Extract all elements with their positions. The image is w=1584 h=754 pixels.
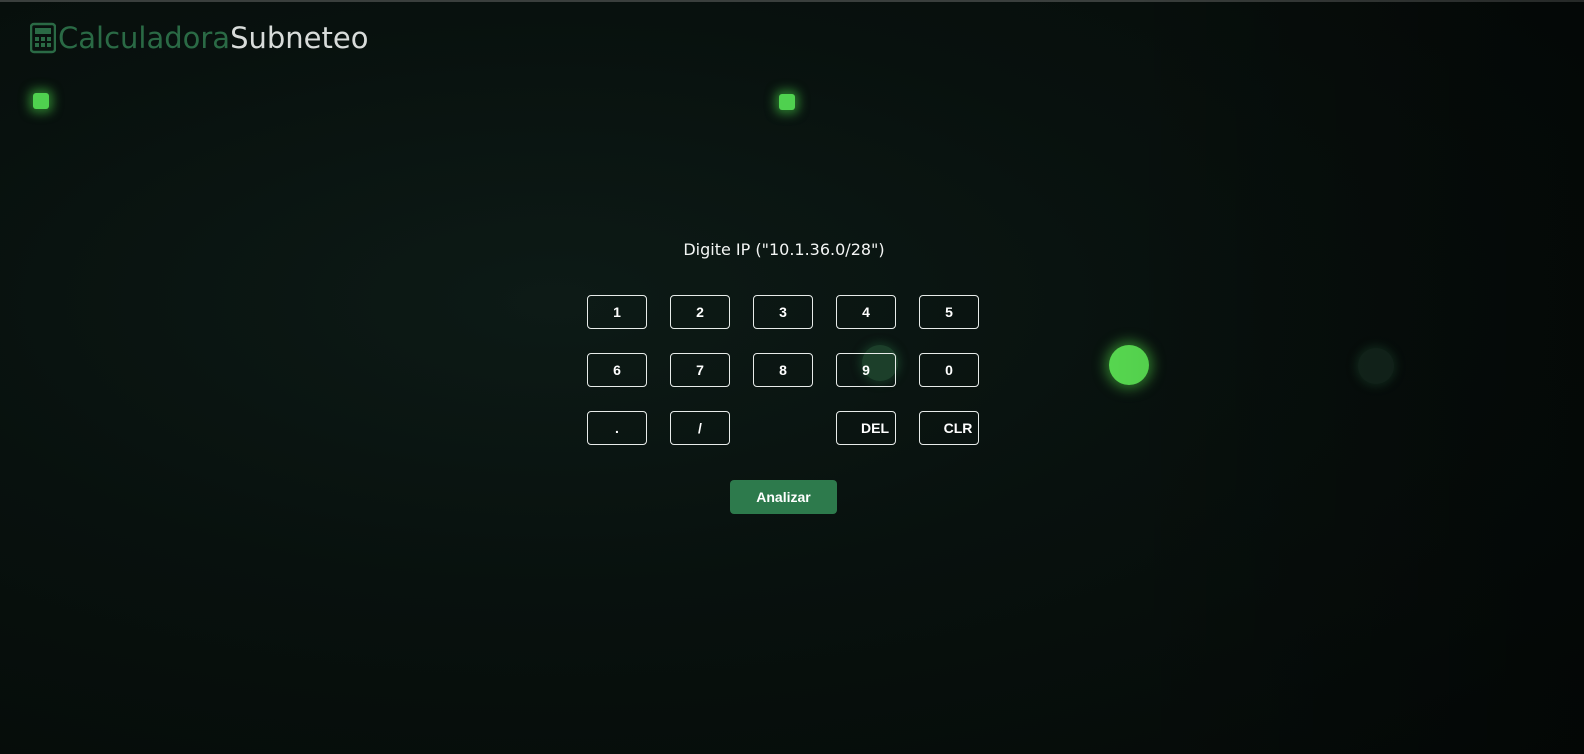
key-0[interactable]: 0 xyxy=(919,353,979,387)
key-dot[interactable]: . xyxy=(587,411,647,445)
key-clear-label: CLR xyxy=(943,420,973,436)
key-5[interactable]: 5 xyxy=(919,295,979,329)
glow-dot xyxy=(1109,345,1149,385)
calculator-icon xyxy=(29,22,57,54)
glow-dot xyxy=(1358,348,1394,384)
analyze-button[interactable]: Analizar xyxy=(730,480,837,514)
ip-prompt: Digite IP ("10.1.36.0/28") xyxy=(683,240,885,259)
key-2[interactable]: 2 xyxy=(670,295,730,329)
key-delete[interactable]: DEL xyxy=(836,411,896,445)
key-7[interactable]: 7 xyxy=(670,353,730,387)
key-slash[interactable]: / xyxy=(670,411,730,445)
key-clear[interactable]: CLR xyxy=(919,411,979,445)
app-logo: Calculadora Subneteo xyxy=(29,18,369,58)
key-3[interactable]: 3 xyxy=(753,295,813,329)
glow-dot xyxy=(33,93,49,109)
app-title-part1: Calculadora xyxy=(58,21,231,55)
glow-dot xyxy=(779,94,795,110)
key-delete-label: DEL xyxy=(861,420,889,436)
key-4[interactable]: 4 xyxy=(836,295,896,329)
key-1[interactable]: 1 xyxy=(587,295,647,329)
window-top-border xyxy=(0,0,1584,2)
key-6[interactable]: 6 xyxy=(587,353,647,387)
key-8[interactable]: 8 xyxy=(753,353,813,387)
app-title-part2: Subneteo xyxy=(230,21,369,55)
key-9[interactable]: 9 xyxy=(836,353,896,387)
